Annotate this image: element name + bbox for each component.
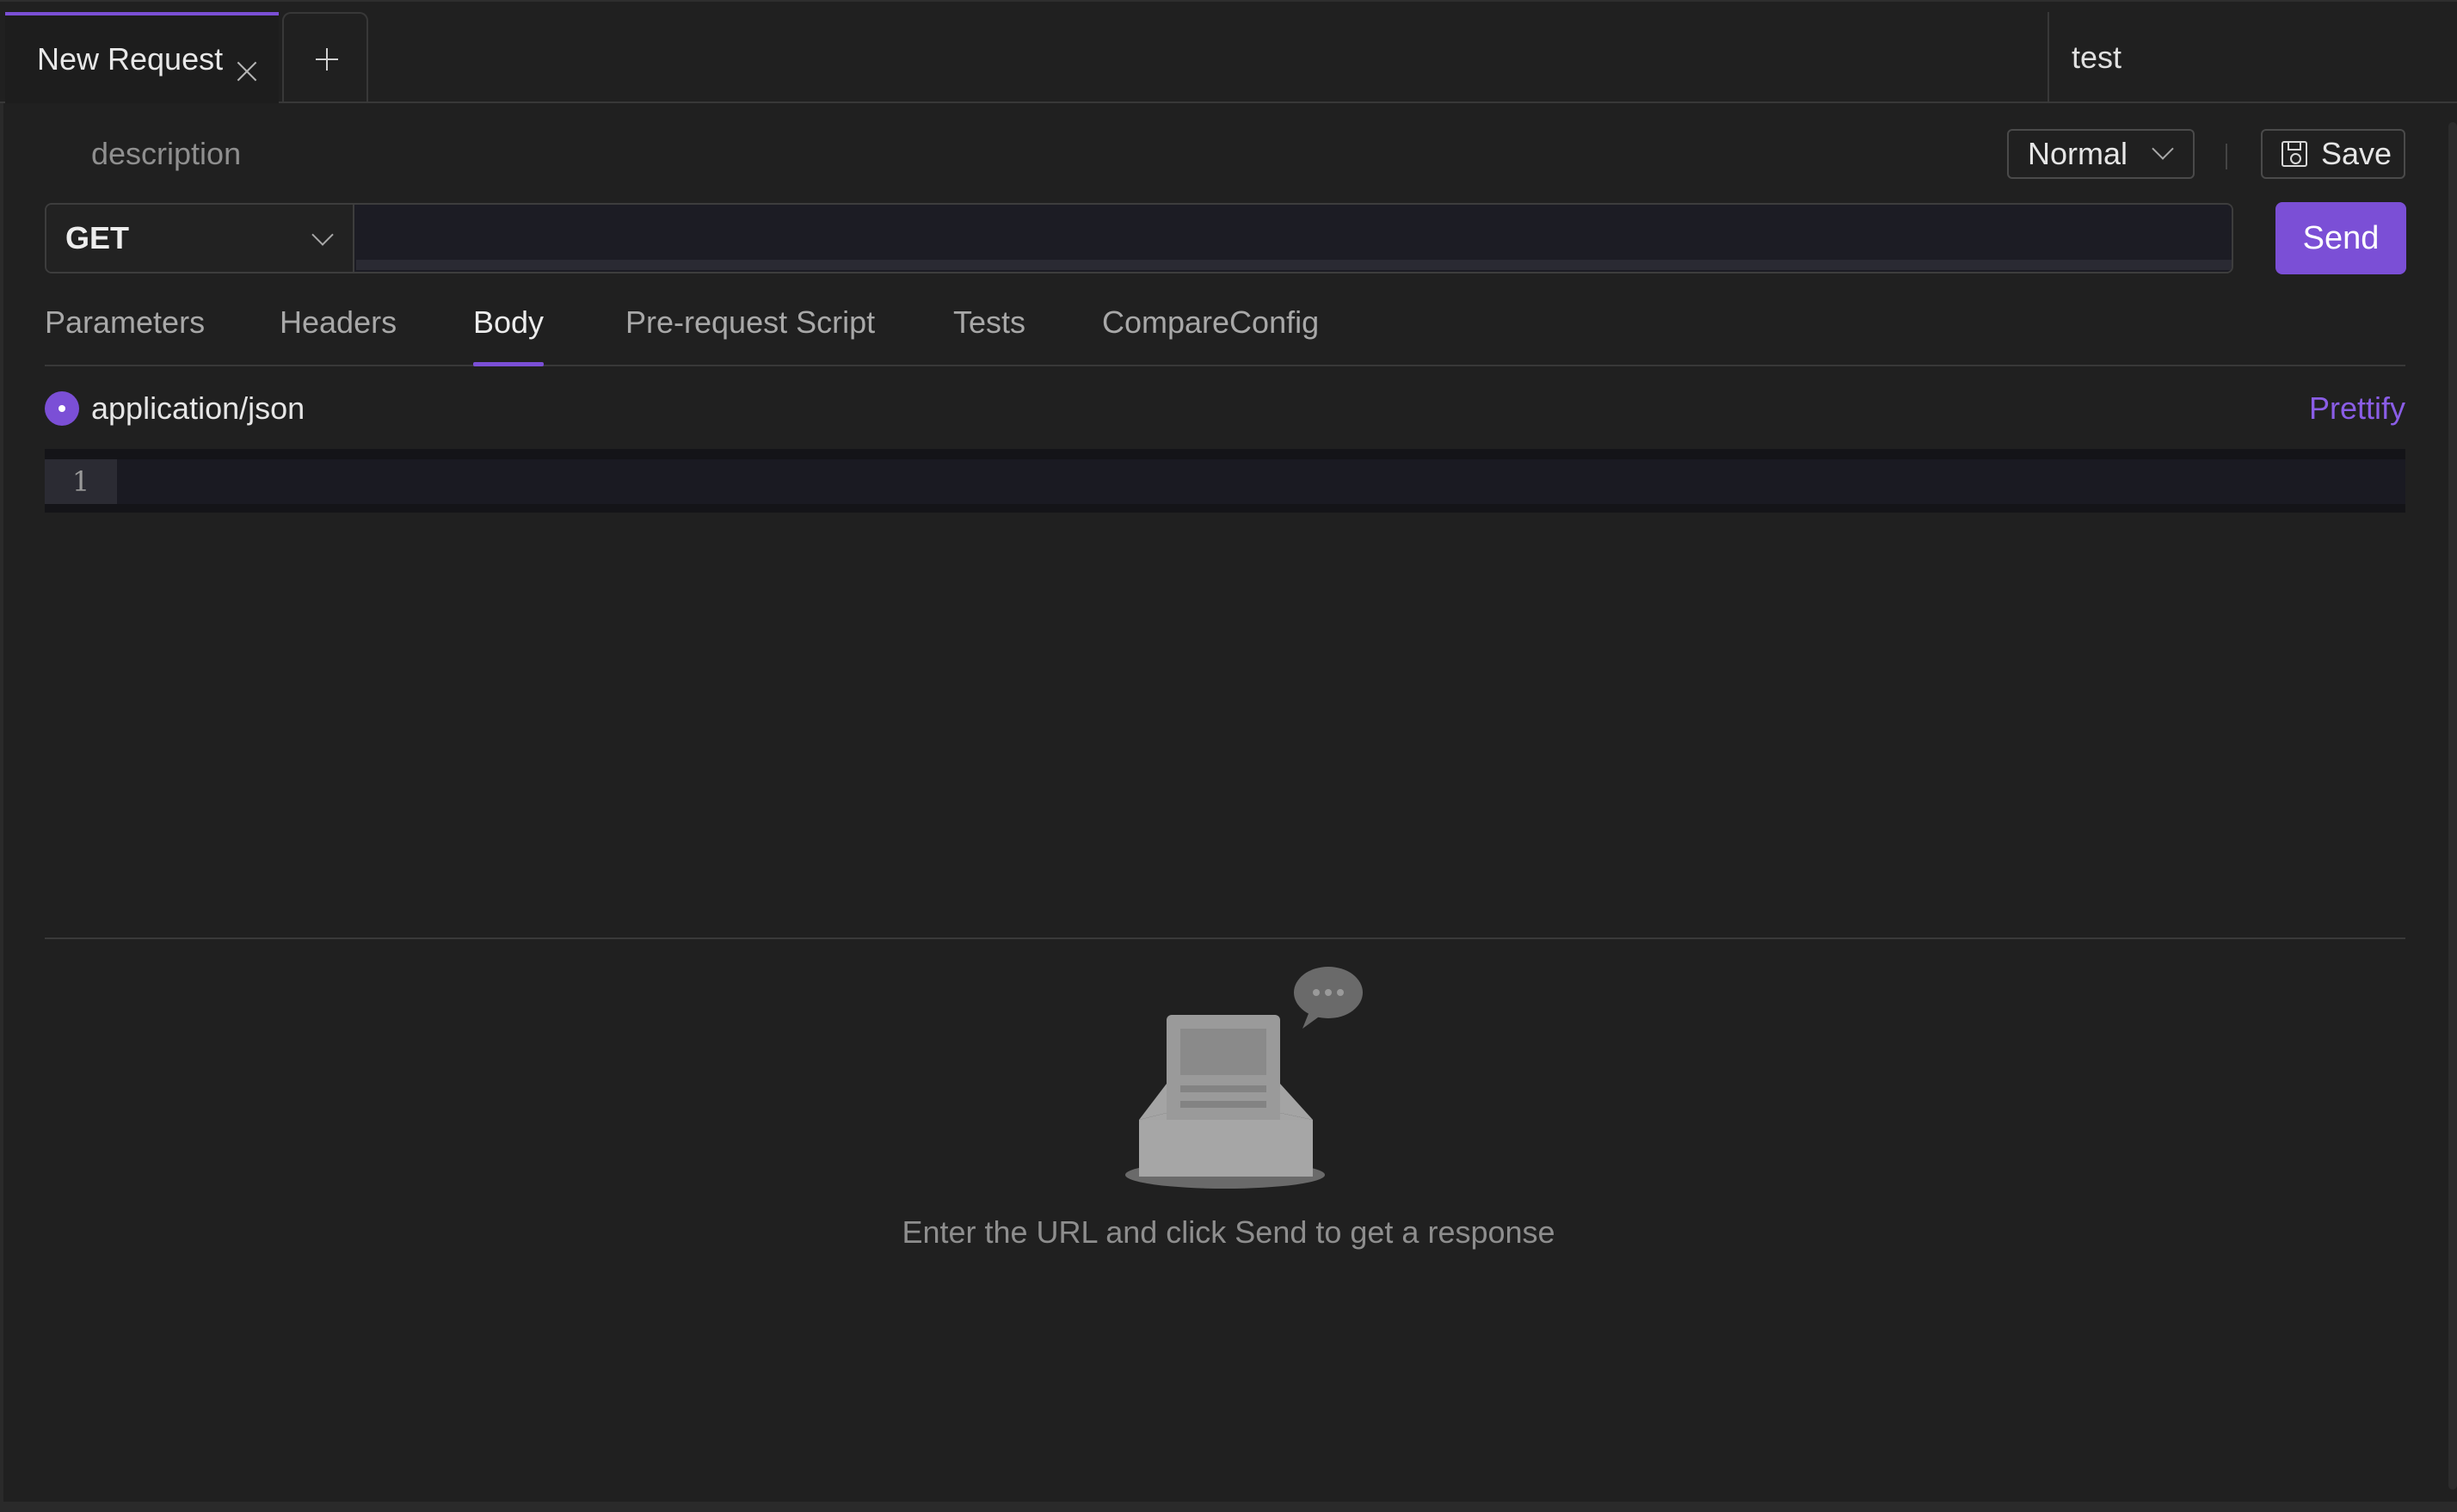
mode-select[interactable]: Normal <box>2007 129 2195 179</box>
description-field[interactable]: description <box>91 136 241 172</box>
tab-compare-config[interactable]: CompareConfig <box>1102 304 1319 365</box>
url-input-underline <box>356 260 2232 270</box>
method-select[interactable]: GET <box>46 205 354 272</box>
chevron-down-icon <box>2152 138 2174 160</box>
scrollbar[interactable] <box>2448 122 2457 1490</box>
mode-label: Normal <box>2028 136 2128 171</box>
body-editor[interactable]: 1 <box>45 449 2405 513</box>
response-divider[interactable] <box>45 937 2405 939</box>
tab-body[interactable]: Body <box>473 304 545 366</box>
url-bar: GET <box>45 203 2233 274</box>
tab-label: New Request <box>37 41 224 77</box>
frame-bottom-border <box>0 1502 2457 1512</box>
send-button[interactable]: Send <box>2275 202 2406 274</box>
tab-headers[interactable]: Headers <box>280 304 397 365</box>
editor-gutter: 1 <box>45 459 117 504</box>
save-label: Save <box>2321 136 2392 171</box>
close-icon[interactable] <box>236 60 260 84</box>
frame-left-border <box>0 103 3 1512</box>
new-tab-button[interactable] <box>282 12 368 103</box>
empty-response-message: Enter the URL and click Send to get a re… <box>902 1214 1555 1250</box>
chevron-down-icon <box>311 224 334 246</box>
content-type-radio[interactable] <box>45 391 79 426</box>
save-button[interactable]: Save <box>2261 129 2405 179</box>
tab-pre-request-script[interactable]: Pre-request Script <box>625 304 875 365</box>
method-label: GET <box>65 220 130 255</box>
request-tabs: Parameters Headers Body Pre-request Scri… <box>45 294 2405 366</box>
send-label: Send <box>2302 219 2380 256</box>
tab-tests[interactable]: Tests <box>953 304 1025 365</box>
tab-new-request[interactable]: New Request <box>5 12 279 103</box>
line-number: 1 <box>71 465 90 498</box>
prettify-link[interactable]: Prettify <box>2309 390 2405 427</box>
tab-parameters[interactable]: Parameters <box>45 304 205 365</box>
save-icon <box>2282 141 2307 167</box>
tab-bar: New Request test <box>0 12 2457 103</box>
environment-select[interactable]: test <box>2048 12 2457 103</box>
environment-label: test <box>2072 40 2122 75</box>
toolbar-divider <box>2226 144 2227 169</box>
request-window: New Request test description Normal Save… <box>0 0 2457 1512</box>
content-type-label: application/json <box>91 390 305 426</box>
empty-inbox-icon <box>1125 967 1363 1189</box>
